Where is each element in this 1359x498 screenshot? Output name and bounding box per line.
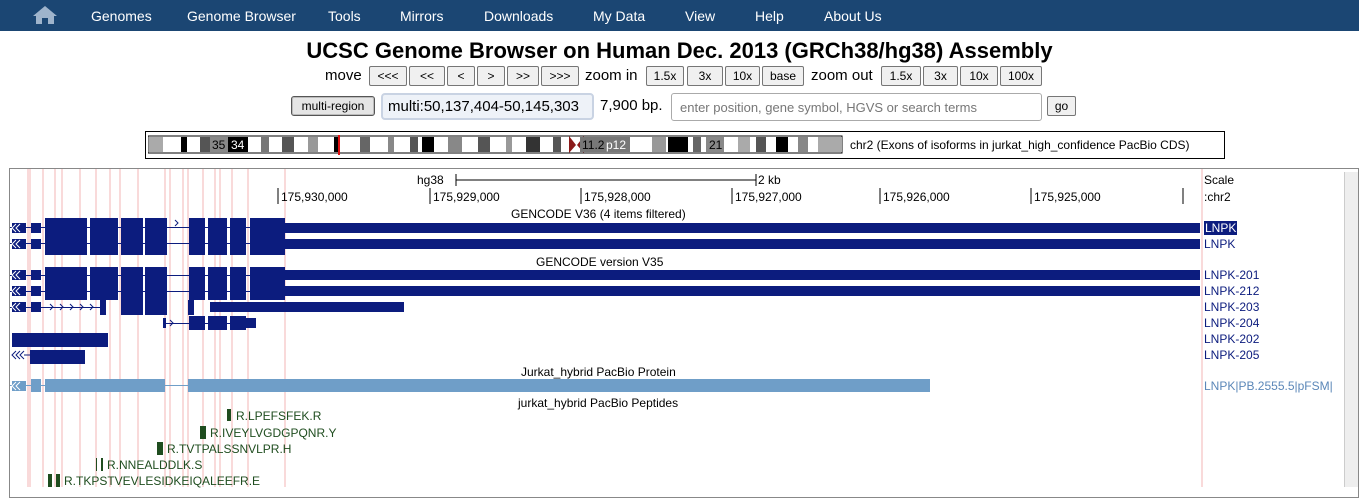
assembly-label: hg38 [417,173,444,187]
peptide-label[interactable]: R.TVTPALSSNVLPR.H [167,442,291,456]
multi-region-button[interactable]: multi-region [291,96,375,116]
zoom-out-label: zoom out [811,67,873,84]
move-left-button[interactable]: << [409,66,445,86]
track-scrollbar[interactable] [1344,172,1358,487]
band-label-21: 21 [709,138,723,152]
zoom-out-10x-button[interactable]: 10x [960,66,998,86]
ideogram-caption: chr2 (Exons of isoforms in jurkat_high_c… [850,138,1190,152]
move-right-button[interactable]: >> [507,66,539,86]
move-far-left-button[interactable]: <<< [369,66,407,86]
pacbio-peptides-title: jurkat_hybrid PacBio Peptides [517,396,678,410]
move-step-right-button[interactable]: > [477,66,505,86]
nav-genome-browser[interactable]: Genome Browser [187,8,296,24]
gene-label-lnpk[interactable]: LNPK [1204,237,1235,251]
chromosome-ideogram[interactable]: 35 34 11.2 p12 21 [148,135,843,155]
zoom-out-100x-button[interactable]: 100x [1000,66,1042,86]
band-label-35: 35 [212,138,226,152]
chrom-label: :chr2 [1204,190,1231,204]
scale-value: 2 kb [758,173,781,187]
nav-my-data[interactable]: My Data [593,8,645,24]
move-step-left-button[interactable]: < [447,66,475,86]
gene-label-lnpk-205[interactable]: LNPK-205 [1204,348,1259,362]
zoom-out-1-5x-button[interactable]: 1.5x [881,66,921,86]
gene-label-lnpk-201[interactable]: LNPK-201 [1204,268,1259,282]
band-label-p12: p12 [606,138,626,152]
tick-label: 175,929,000 [433,190,500,204]
nav-genomes[interactable]: Genomes [91,8,152,24]
home-icon[interactable] [32,5,58,25]
region-size: 7,900 bp. [600,97,663,114]
search-input[interactable]: enter position, gene symbol, HGVS or sea… [671,93,1042,121]
nav-downloads[interactable]: Downloads [484,8,553,24]
navigation-controls: move <<< << < > >> >>> zoom in 1.5x 3x 1… [0,66,1359,86]
zoom-out-3x-button[interactable]: 3x [923,66,958,86]
band-label-34: 34 [231,138,245,152]
zoom-in-1-5x-button[interactable]: 1.5x [646,66,684,86]
move-far-right-button[interactable]: >>> [541,66,579,86]
gene-label-lnpk-212[interactable]: LNPK-212 [1204,284,1259,298]
pacbio-protein-title: Jurkat_hybrid PacBio Protein [521,365,676,379]
zoom-in-3x-button[interactable]: 3x [687,66,723,86]
gene-label-lnpk-204[interactable]: LNPK-204 [1204,316,1259,330]
peptide-label[interactable]: R.LPEFSFEK.R [236,409,321,423]
gene-label-lnpk-202[interactable]: LNPK-202 [1204,332,1259,346]
peptide-label[interactable]: R.TKPSTVEVLESIDKEIQALEEFR.E [64,474,260,488]
position-display: multi:50,137,404-50,145,303 [381,93,594,120]
pacbio-protein-feature[interactable] [10,379,930,392]
tick-label: 175,925,000 [1034,190,1101,204]
gene-label-lnpk-203[interactable]: LNPK-203 [1204,300,1259,314]
page-title: UCSC Genome Browser on Human Dec. 2013 (… [306,38,1053,63]
gencode-v35-title: GENCODE version V35 [536,255,664,269]
nav-view[interactable]: View [685,8,715,24]
tick-label: 175,928,000 [584,190,651,204]
move-label: move [325,67,362,84]
tick-label: 175,930,000 [281,190,348,204]
band-label-11-2: 11.2 [582,138,605,152]
position-row: multi-region multi:50,137,404-50,145,303… [0,93,1359,121]
zoom-in-10x-button[interactable]: 10x [725,66,760,86]
top-nav-bar: Genomes Genome Browser Tools Mirrors Dow… [0,0,1359,31]
peptide-label[interactable]: R.NNEALDDLK.S [107,458,202,472]
scale-label: Scale [1204,173,1235,187]
nav-mirrors[interactable]: Mirrors [400,8,444,24]
peptide-label[interactable]: R.IVEYLVGDGPQNR.Y [210,426,336,440]
gencode-v36-title: GENCODE V36 (4 items filtered) [511,207,686,221]
nav-about-us[interactable]: About Us [824,8,882,24]
gene-label-lnpk-selected[interactable]: LNPK [1204,221,1238,235]
tick-label: 175,926,000 [883,190,950,204]
zoom-in-label: zoom in [585,67,638,84]
go-button[interactable]: go [1047,96,1076,116]
nav-tools[interactable]: Tools [328,8,361,24]
nav-help[interactable]: Help [755,8,784,24]
tick-label: 175,927,000 [735,190,802,204]
zoom-base-button[interactable]: base [762,66,804,86]
protein-label[interactable]: LNPK|PB.2555.5|pFSM| [1204,379,1333,393]
